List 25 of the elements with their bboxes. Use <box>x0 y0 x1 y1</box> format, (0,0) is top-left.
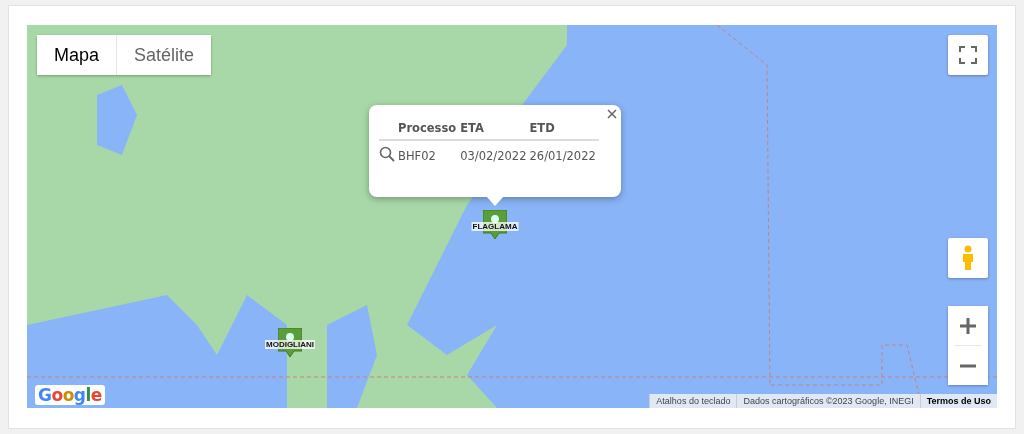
footer-link[interactable]: Atalhos do teclado <box>649 394 737 408</box>
map-type-tab[interactable]: Satélite <box>116 35 212 75</box>
map-background[interactable]: Mapa Satélite FLAGLAMA MODIGLIANI Processo ETA ETD BHF02 03/02/2022 26/01/2022 Google Atalhos do teclado Dados cartográficos ©2023 Google, INEGI Termos de Uso <box>27 25 997 408</box>
fullscreen-button[interactable] <box>948 35 988 75</box>
zoom-in-button[interactable] <box>948 306 988 345</box>
table-cell: 03/02/2022 <box>460 148 527 163</box>
marker-label: FLAGLAMA <box>471 222 519 231</box>
google-logo[interactable]: Google <box>35 385 105 405</box>
map-type-tab[interactable]: Mapa <box>37 35 117 75</box>
plus-icon <box>959 316 977 335</box>
minus-icon <box>959 363 977 368</box>
footer-link[interactable]: Dados cartográficos ©2023 Google, INEGI <box>736 394 920 408</box>
footer-link[interactable]: Termos de Uso <box>919 394 997 408</box>
fullscreen-icon <box>959 46 977 64</box>
column-header: Processo <box>398 121 457 135</box>
info-window-tail <box>486 196 504 206</box>
search-icon[interactable] <box>379 146 395 162</box>
table-cell: BHF02 <box>398 148 436 163</box>
column-header: ETD <box>529 121 555 135</box>
zoom-out-button[interactable] <box>948 346 988 385</box>
column-header: ETA <box>460 121 484 135</box>
marker-label: MODIGLIANI <box>265 340 315 349</box>
table-cell: 26/01/2022 <box>529 148 596 163</box>
pegman-icon <box>961 245 975 271</box>
close-icon[interactable] <box>607 109 617 119</box>
